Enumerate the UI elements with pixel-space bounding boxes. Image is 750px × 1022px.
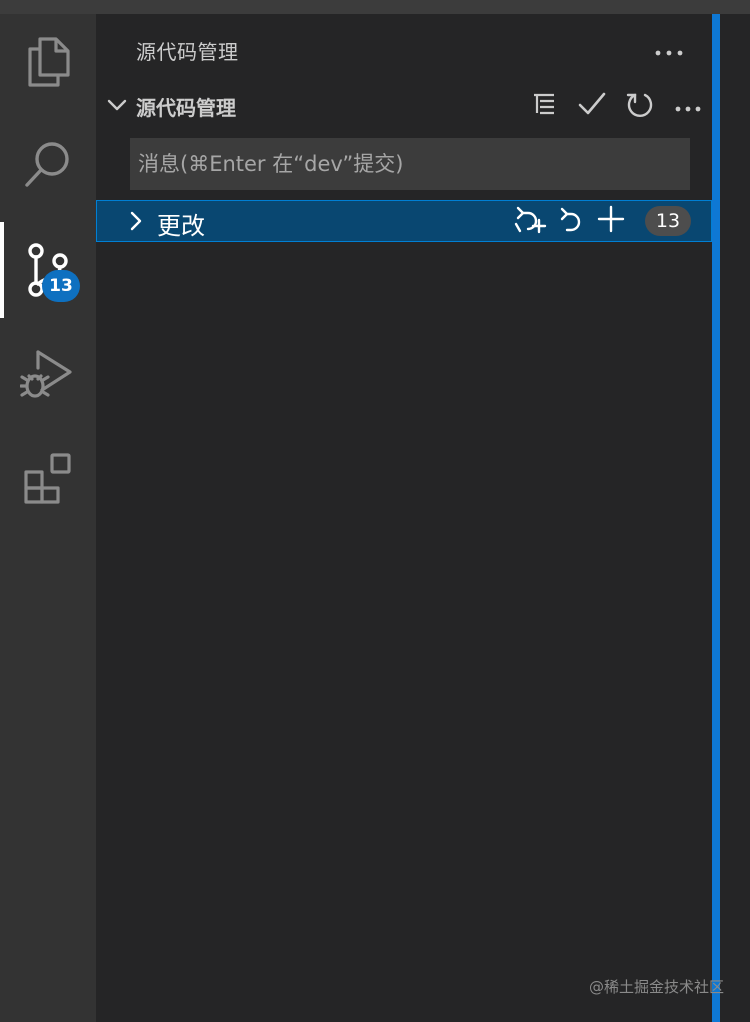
discard-all-button[interactable] bbox=[555, 205, 587, 237]
activity-extensions[interactable] bbox=[0, 430, 96, 526]
chevron-right-icon bbox=[127, 210, 145, 236]
commit-message-input[interactable] bbox=[130, 138, 690, 190]
activity-source-control[interactable] bbox=[0, 222, 96, 318]
view-as-tree-button[interactable] bbox=[528, 90, 560, 122]
editor-edge bbox=[720, 14, 750, 1022]
active-indicator bbox=[0, 222, 4, 318]
source-control-sidebar: 源代码管理 源代码管理 消息(⌘Enter 在“dev”提交) 更改 13 bbox=[96, 14, 712, 1022]
activity-run-debug[interactable] bbox=[0, 326, 96, 422]
discard-icon bbox=[558, 205, 584, 237]
discard-stage-button[interactable] bbox=[514, 204, 548, 238]
title-bar-strip bbox=[0, 0, 750, 14]
discard-stage-icon bbox=[514, 204, 548, 238]
ellipsis-icon bbox=[675, 97, 701, 116]
sidebar-title: 源代码管理 bbox=[136, 40, 239, 64]
watermark: @稀土掘金技术社区 bbox=[588, 978, 724, 996]
list-tree-icon bbox=[531, 91, 557, 121]
changes-group-row[interactable]: 更改 13 bbox=[96, 200, 712, 242]
search-icon bbox=[22, 139, 74, 191]
stage-all-button[interactable] bbox=[595, 205, 627, 237]
refresh-icon bbox=[626, 90, 654, 122]
extensions-icon bbox=[22, 452, 74, 504]
ellipsis-icon bbox=[655, 41, 683, 60]
commit-button[interactable] bbox=[576, 90, 608, 122]
run-debug-icon bbox=[20, 348, 76, 400]
activity-bar: 13 bbox=[0, 14, 96, 1022]
more-actions-button[interactable] bbox=[672, 90, 704, 122]
activity-search[interactable] bbox=[0, 117, 96, 213]
files-icon bbox=[24, 35, 72, 89]
sidebar-more-button[interactable] bbox=[654, 38, 684, 62]
plus-icon bbox=[597, 205, 625, 237]
scm-count-badge: 13 bbox=[42, 270, 80, 302]
chevron-down-icon bbox=[106, 94, 128, 120]
scm-section-header[interactable]: 源代码管理 bbox=[96, 84, 712, 128]
activity-explorer[interactable] bbox=[0, 14, 96, 110]
changes-label: 更改 bbox=[157, 212, 205, 240]
section-title: 源代码管理 bbox=[136, 96, 236, 120]
changes-count-badge: 13 bbox=[645, 206, 691, 236]
refresh-button[interactable] bbox=[624, 90, 656, 122]
check-icon bbox=[578, 91, 606, 121]
focus-edge bbox=[712, 14, 720, 1022]
